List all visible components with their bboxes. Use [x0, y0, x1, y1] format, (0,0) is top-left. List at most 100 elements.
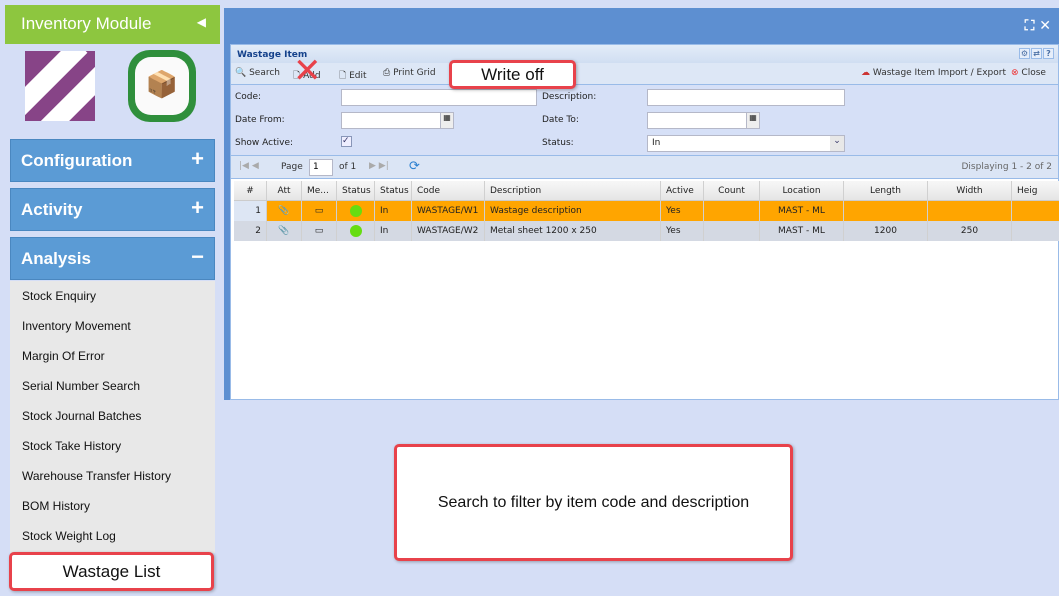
code-input[interactable]	[341, 89, 537, 106]
maximize-icon[interactable]: ⛶	[1025, 18, 1035, 34]
grid-cell[interactable]	[1012, 201, 1059, 221]
date-from-input[interactable]	[341, 112, 441, 129]
page-count: of 1	[339, 162, 357, 172]
sidebar-section-analysis[interactable]: Analysis −	[10, 237, 215, 280]
close-button[interactable]: ⊗ Close	[1011, 68, 1046, 78]
grid-cell[interactable]: In	[375, 221, 412, 241]
grid-cell[interactable]: Metal sheet 1200 x 250	[485, 221, 661, 241]
print-grid-button[interactable]: ⎙ Print Grid	[383, 68, 436, 78]
show-active-checkbox[interactable]: ✓	[341, 136, 352, 147]
grid-cell[interactable]: 1200	[844, 221, 928, 241]
page-label: Page	[281, 162, 303, 172]
close-circle-icon: ⊗	[1011, 68, 1019, 78]
grid-cell[interactable]: WASTAGE/W1	[412, 201, 485, 221]
attachment-icon[interactable]: 📎	[267, 221, 302, 241]
column-header[interactable]: Status	[375, 181, 412, 200]
grid-cell[interactable]: Yes	[661, 201, 704, 221]
show-active-label: Show Active:	[235, 138, 294, 148]
cross-mark-icon: ✕	[293, 51, 322, 91]
grid-header: # Att Me... Status Status Code Descripti…	[234, 181, 1059, 201]
column-header[interactable]: Length	[844, 181, 928, 200]
cloud-icon: ☁	[861, 68, 870, 78]
date-from-label: Date From:	[235, 115, 285, 125]
column-header[interactable]: Count	[704, 181, 760, 200]
code-label: Code:	[235, 92, 262, 102]
sidebar-item[interactable]: BOM History	[10, 491, 215, 521]
status-label: Status:	[542, 138, 574, 148]
sidebar-item[interactable]: Serial Number Search	[10, 371, 215, 401]
grid-cell[interactable]	[704, 201, 760, 221]
description-input[interactable]	[647, 89, 845, 106]
column-header[interactable]: Width	[928, 181, 1012, 200]
pagination-bar: |◀ ◀ Page 1 of 1 ▶ ▶| ⟳ Displaying 1 - 2…	[231, 155, 1058, 179]
column-header[interactable]: #	[234, 181, 267, 200]
column-header[interactable]: Active	[661, 181, 704, 200]
import-export-button[interactable]: ☁ Wastage Item Import / Export	[861, 68, 1006, 78]
sidebar-item[interactable]: Margin Of Error	[10, 341, 215, 371]
memo-icon[interactable]: ▭	[302, 201, 337, 221]
grid-cell[interactable]	[844, 201, 928, 221]
edit-button[interactable]: 🗋 Edit	[339, 68, 367, 84]
toolbar: 🔍 Search 🗋 Add 🗋 Edit ⎙ Print Grid ☁ Was…	[231, 63, 1058, 85]
wastage-list-callout[interactable]: Wastage List	[9, 552, 214, 591]
grid-cell[interactable]: MAST - ML	[760, 221, 844, 241]
grid-cell[interactable]: WASTAGE/W2	[412, 221, 485, 241]
gear-icon[interactable]: ⚙	[1019, 48, 1030, 59]
help-icon[interactable]: ?	[1043, 48, 1054, 59]
column-header[interactable]: Heig	[1012, 181, 1059, 200]
grid-cell[interactable]	[704, 221, 760, 241]
sidebar-item[interactable]: Stock Weight Log	[10, 521, 215, 551]
column-header[interactable]: Status	[337, 181, 375, 200]
grid-cell[interactable]: 1	[1012, 221, 1059, 241]
status-select[interactable]: In ⌄	[647, 135, 845, 152]
close-window-icon[interactable]: ✕	[1039, 18, 1051, 34]
status-dot-icon	[337, 201, 375, 221]
inventory-box-icon: 📦	[128, 50, 196, 122]
expand-icon[interactable]: +	[191, 146, 204, 172]
wastage-grid: # Att Me... Status Status Code Descripti…	[234, 181, 1059, 241]
module-title: Inventory Module	[21, 14, 152, 33]
sidebar-item[interactable]: Stock Journal Batches	[10, 401, 215, 431]
column-header[interactable]: Description	[485, 181, 661, 200]
first-page-icon[interactable]: |◀ ◀	[239, 161, 259, 171]
attachment-icon[interactable]: 📎	[267, 201, 302, 221]
column-header[interactable]: Me...	[302, 181, 337, 200]
expand-icon[interactable]: +	[191, 195, 204, 221]
printer-icon: ⎙	[383, 68, 391, 78]
sidebar-item[interactable]: Stock Enquiry	[10, 281, 215, 311]
grid-cell[interactable]: 1	[234, 201, 267, 221]
sidebar-section-activity[interactable]: Activity +	[10, 188, 215, 231]
sidebar-section-configuration[interactable]: Configuration +	[10, 139, 215, 182]
search-callout: Search to filter by item code and descri…	[394, 444, 793, 561]
grid-cell[interactable]: In	[375, 201, 412, 221]
calendar-icon[interactable]: ▦	[440, 112, 454, 129]
magnifier-icon: 🔍	[235, 68, 247, 78]
page-input[interactable]: 1	[309, 159, 333, 176]
date-to-input[interactable]	[647, 112, 747, 129]
sidebar-item[interactable]: Inventory Movement	[10, 311, 215, 341]
refresh-icon[interactable]: ⇄	[1031, 48, 1042, 59]
search-button[interactable]: 🔍 Search	[235, 68, 280, 78]
memo-icon[interactable]: ▭	[302, 221, 337, 241]
grid-cell[interactable]: 250	[928, 221, 1012, 241]
calendar-icon[interactable]: ▦	[746, 112, 760, 129]
grid-cell[interactable]: MAST - ML	[760, 201, 844, 221]
sidebar-header: Inventory Module ◀	[5, 5, 220, 44]
column-header[interactable]: Att	[267, 181, 302, 200]
collapse-arrow-icon[interactable]: ◀	[197, 15, 206, 29]
chevron-down-icon[interactable]: ⌄	[830, 136, 844, 151]
grid-cell[interactable]	[928, 201, 1012, 221]
grid-cell[interactable]: 2	[234, 221, 267, 241]
next-page-icon[interactable]: ▶ ▶|	[369, 161, 389, 171]
company-logo	[25, 51, 95, 121]
grid-cell[interactable]: Wastage description	[485, 201, 661, 221]
table-row[interactable]: 1 📎 ▭ In WASTAGE/W1 Wastage description …	[234, 201, 1059, 221]
collapse-icon[interactable]: −	[191, 244, 204, 270]
column-header[interactable]: Location	[760, 181, 844, 200]
grid-cell[interactable]: Yes	[661, 221, 704, 241]
refresh-icon[interactable]: ⟳	[409, 159, 420, 174]
table-row[interactable]: 2 📎 ▭ In WASTAGE/W2 Metal sheet 1200 x 2…	[234, 221, 1059, 241]
sidebar-item[interactable]: Warehouse Transfer History	[10, 461, 215, 491]
sidebar-item[interactable]: Stock Take History	[10, 431, 215, 461]
column-header[interactable]: Code	[412, 181, 485, 200]
